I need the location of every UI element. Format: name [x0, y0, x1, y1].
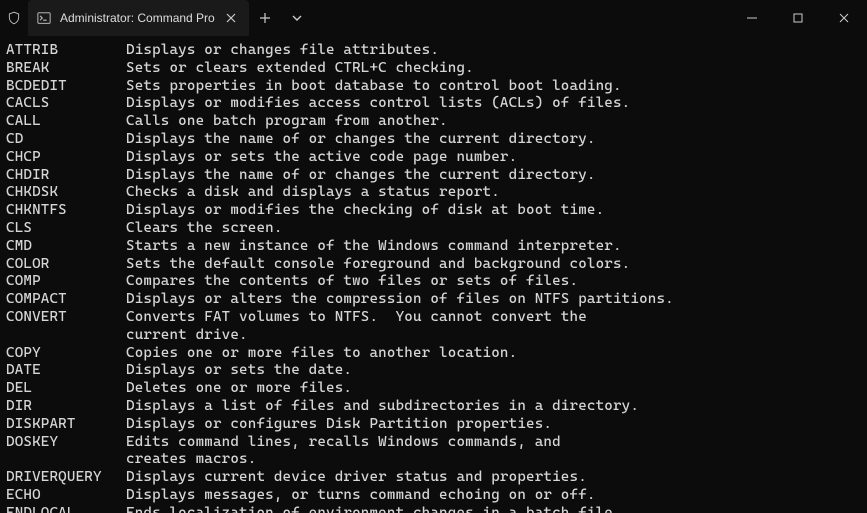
- command-description: Displays or alters the compression of fi…: [126, 291, 674, 309]
- command-description-continued: current drive.: [126, 327, 861, 345]
- command-name: DISKPART: [6, 416, 126, 434]
- command-row: CHDIRDisplays the name of or changes the…: [6, 167, 861, 185]
- command-description: Displays or sets the active code page nu…: [126, 149, 517, 167]
- command-description: Displays messages, or turns command echo…: [126, 487, 596, 505]
- command-name: CMD: [6, 238, 126, 256]
- command-description: Displays or sets the date.: [126, 362, 352, 380]
- command-description: Compares the contents of two files or se…: [126, 273, 578, 291]
- admin-shield-icon: [0, 11, 28, 25]
- command-row: CACLSDisplays or modifies access control…: [6, 95, 861, 113]
- command-name: BCDEDIT: [6, 78, 126, 96]
- command-row: DELDeletes one or more files.: [6, 380, 861, 398]
- command-name: CHDIR: [6, 167, 126, 185]
- command-description: Converts FAT volumes to NTFS. You cannot…: [126, 309, 587, 327]
- command-description: Checks a disk and displays a status repo…: [126, 184, 500, 202]
- command-row: COPYCopies one or more files to another …: [6, 345, 861, 363]
- terminal-output[interactable]: ATTRIBDisplays or changes file attribute…: [0, 36, 867, 513]
- command-description: Edits command lines, recalls Windows com…: [126, 434, 561, 452]
- command-description-continued: creates macros.: [126, 451, 861, 469]
- command-row: CHCPDisplays or sets the active code pag…: [6, 149, 861, 167]
- command-description: Displays a list of files and subdirector…: [126, 398, 639, 416]
- close-window-button[interactable]: [821, 0, 867, 36]
- command-row: COLORSets the default console foreground…: [6, 256, 861, 274]
- command-description: Sets or clears extended CTRL+C checking.: [126, 60, 474, 78]
- new-tab-button[interactable]: [249, 0, 281, 36]
- command-name: CONVERT: [6, 309, 126, 327]
- command-row: ATTRIBDisplays or changes file attribute…: [6, 42, 861, 60]
- window-controls: [729, 0, 867, 36]
- command-description: Displays or modifies access control list…: [126, 95, 630, 113]
- command-row: BCDEDITSets properties in boot database …: [6, 78, 861, 96]
- command-description: Deletes one or more files.: [126, 380, 352, 398]
- terminal-icon: [36, 10, 52, 26]
- command-description: Starts a new instance of the Windows com…: [126, 238, 622, 256]
- command-row: CALLCalls one batch program from another…: [6, 113, 861, 131]
- tab-dropdown-button[interactable]: [281, 0, 313, 36]
- command-name: COMP: [6, 273, 126, 291]
- command-name: CLS: [6, 220, 126, 238]
- command-row: BREAKSets or clears extended CTRL+C chec…: [6, 60, 861, 78]
- active-tab[interactable]: Administrator: Command Pro: [28, 0, 249, 36]
- command-description: Sets the default console foreground and …: [126, 256, 630, 274]
- command-description: Displays the name of or changes the curr…: [126, 131, 596, 149]
- command-name: DEL: [6, 380, 126, 398]
- command-name: DIR: [6, 398, 126, 416]
- command-name: DATE: [6, 362, 126, 380]
- command-name: DOSKEY: [6, 434, 126, 452]
- command-name: CACLS: [6, 95, 126, 113]
- command-row: CDDisplays the name of or changes the cu…: [6, 131, 861, 149]
- command-row: ENDLOCALEnds localization of environment…: [6, 505, 861, 513]
- command-name: COLOR: [6, 256, 126, 274]
- command-name: ECHO: [6, 487, 126, 505]
- command-name: COPY: [6, 345, 126, 363]
- window-titlebar: Administrator: Command Pro: [0, 0, 867, 36]
- command-row: COMPCompares the contents of two files o…: [6, 273, 861, 291]
- command-row: COMPACTDisplays or alters the compressio…: [6, 291, 861, 309]
- command-row: CONVERTConverts FAT volumes to NTFS. You…: [6, 309, 861, 327]
- titlebar-left: Administrator: Command Pro: [0, 0, 313, 36]
- command-row: DOSKEYEdits command lines, recalls Windo…: [6, 434, 861, 452]
- command-name: CHCP: [6, 149, 126, 167]
- command-description: Ends localization of environment changes…: [126, 505, 622, 513]
- maximize-button[interactable]: [775, 0, 821, 36]
- command-row: ECHODisplays messages, or turns command …: [6, 487, 861, 505]
- command-description: Displays or configures Disk Partition pr…: [126, 416, 552, 434]
- command-description: Sets properties in boot database to cont…: [126, 78, 622, 96]
- command-row: CLSClears the screen.: [6, 220, 861, 238]
- command-name: ENDLOCAL: [6, 505, 126, 513]
- command-description: Copies one or more files to another loca…: [126, 345, 517, 363]
- close-tab-button[interactable]: [223, 10, 239, 26]
- command-row: DRIVERQUERYDisplays current device drive…: [6, 469, 861, 487]
- command-name: CHKDSK: [6, 184, 126, 202]
- minimize-button[interactable]: [729, 0, 775, 36]
- command-row: CHKNTFSDisplays or modifies the checking…: [6, 202, 861, 220]
- command-description: Displays or changes file attributes.: [126, 42, 439, 60]
- tab-title: Administrator: Command Pro: [60, 11, 215, 25]
- command-description: Displays current device driver status an…: [126, 469, 587, 487]
- command-name: CALL: [6, 113, 126, 131]
- command-row: DIRDisplays a list of files and subdirec…: [6, 398, 861, 416]
- command-description: Clears the screen.: [126, 220, 283, 238]
- command-name: ATTRIB: [6, 42, 126, 60]
- command-description: Displays the name of or changes the curr…: [126, 167, 596, 185]
- command-name: DRIVERQUERY: [6, 469, 126, 487]
- command-row: CHKDSKChecks a disk and displays a statu…: [6, 184, 861, 202]
- command-name: CHKNTFS: [6, 202, 126, 220]
- command-name: COMPACT: [6, 291, 126, 309]
- command-description: Calls one batch program from another.: [126, 113, 448, 131]
- command-row: CMDStarts a new instance of the Windows …: [6, 238, 861, 256]
- command-name: CD: [6, 131, 126, 149]
- command-row: DISKPARTDisplays or configures Disk Part…: [6, 416, 861, 434]
- command-row: DATEDisplays or sets the date.: [6, 362, 861, 380]
- command-description: Displays or modifies the checking of dis…: [126, 202, 604, 220]
- command-name: BREAK: [6, 60, 126, 78]
